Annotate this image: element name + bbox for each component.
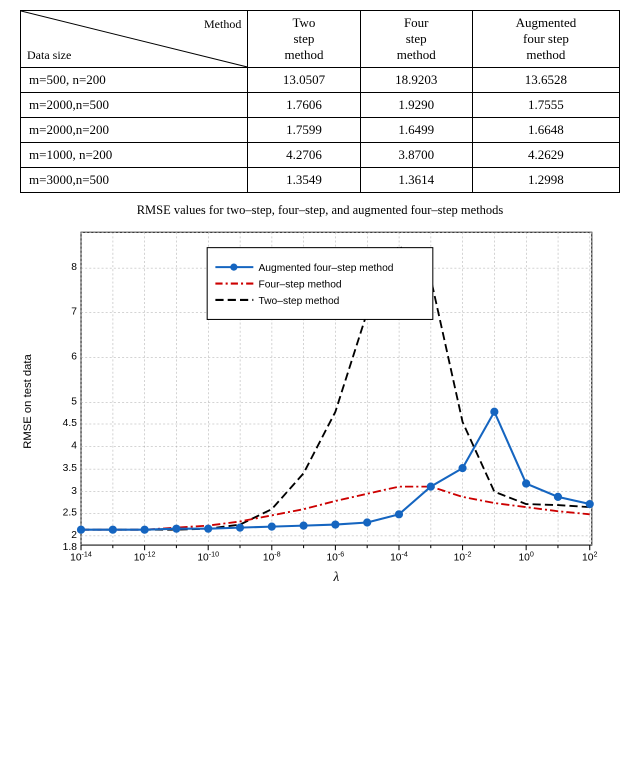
table-row: m=2000,n=5001.76061.92901.7555 <box>21 93 620 118</box>
x-axis-labels: 10-14 10-12 10-10 10-8 10-6 10-4 10-2 10… <box>70 550 597 563</box>
col-augmented: Augmentedfour stepmethod <box>472 11 619 68</box>
legend-augmented-marker <box>230 264 237 271</box>
row-value: 1.7599 <box>248 118 360 143</box>
y-axis-labels: 1.8 2 2.5 3 3.5 4 4.5 5 6 7 8 <box>63 262 78 553</box>
x-label-10: 10-10 <box>197 550 219 563</box>
y-label-25: 2.5 <box>63 507 78 518</box>
table-row: m=1000, n=2004.27063.87004.2629 <box>21 143 620 168</box>
method-label: Method <box>204 17 241 32</box>
x-tick-marks <box>81 545 590 550</box>
row-label: m=3000,n=500 <box>21 168 248 193</box>
table-row: m=2000,n=2001.75991.64991.6648 <box>21 118 620 143</box>
legend-four-label: Four–step method <box>258 280 341 291</box>
table-row: m=500, n=20013.050718.920313.6528 <box>21 68 620 93</box>
y-label-3: 3 <box>71 486 77 497</box>
y-label-4: 4 <box>71 441 77 452</box>
corner-header: Method Data size <box>21 11 248 68</box>
row-label: m=2000,n=500 <box>21 93 248 118</box>
x-label-2: 10-2 <box>454 550 472 563</box>
chart-title: RMSE values for two–step, four–step, and… <box>15 203 625 218</box>
y-label-7: 7 <box>71 306 77 317</box>
x-label-8: 10-8 <box>263 550 281 563</box>
row-value: 1.2998 <box>472 168 619 193</box>
chart-section: RMSE values for two–step, four–step, and… <box>0 203 640 632</box>
chart-svg: 1.8 2 2.5 3 3.5 4 4.5 5 6 7 8 RMSE on te… <box>15 222 625 622</box>
row-value: 1.7606 <box>248 93 360 118</box>
results-table: Method Data size Twostepmethod Fourstepm… <box>20 10 620 193</box>
row-value: 13.0507 <box>248 68 360 93</box>
table-row: m=3000,n=5001.35491.36141.2998 <box>21 168 620 193</box>
row-value: 18.9203 <box>360 68 472 93</box>
y-label-8: 8 <box>71 262 77 273</box>
x-label-12: 10-12 <box>134 550 156 563</box>
legend-two-label: Two–step method <box>258 296 339 307</box>
row-value: 1.3614 <box>360 168 472 193</box>
x-label-0: 100 <box>518 550 533 563</box>
row-value: 1.3549 <box>248 168 360 193</box>
row-value: 4.2629 <box>472 143 619 168</box>
y-label-35: 3.5 <box>63 463 78 474</box>
y-label-5: 5 <box>71 397 77 408</box>
row-label: m=500, n=200 <box>21 68 248 93</box>
chart-container: 1.8 2 2.5 3 3.5 4 4.5 5 6 7 8 RMSE on te… <box>15 222 625 622</box>
y-label-2: 2 <box>71 530 77 541</box>
row-label: m=2000,n=200 <box>21 118 248 143</box>
y-label-45: 4.5 <box>63 418 78 429</box>
col-two-step: Twostepmethod <box>248 11 360 68</box>
x-label-4: 10-4 <box>390 550 408 563</box>
col-four-step: Fourstepmethod <box>360 11 472 68</box>
row-value: 1.9290 <box>360 93 472 118</box>
legend-augmented-label: Augmented four–step method <box>258 263 393 274</box>
x-label-6: 10-6 <box>326 550 344 563</box>
row-label: m=1000, n=200 <box>21 143 248 168</box>
x-label-14: 10-14 <box>70 550 92 563</box>
row-value: 1.7555 <box>472 93 619 118</box>
row-value: 1.6499 <box>360 118 472 143</box>
x-label-2pos: 102 <box>582 550 597 563</box>
x-axis-title: λ <box>333 569 340 584</box>
y-axis-title: RMSE on test data <box>22 353 34 448</box>
row-value: 3.8700 <box>360 143 472 168</box>
y-label-6: 6 <box>71 351 77 362</box>
row-value: 13.6528 <box>472 68 619 93</box>
row-value: 4.2706 <box>248 143 360 168</box>
data-size-label: Data size <box>27 48 71 62</box>
table-section: Method Data size Twostepmethod Fourstepm… <box>0 0 640 203</box>
row-value: 1.6648 <box>472 118 619 143</box>
